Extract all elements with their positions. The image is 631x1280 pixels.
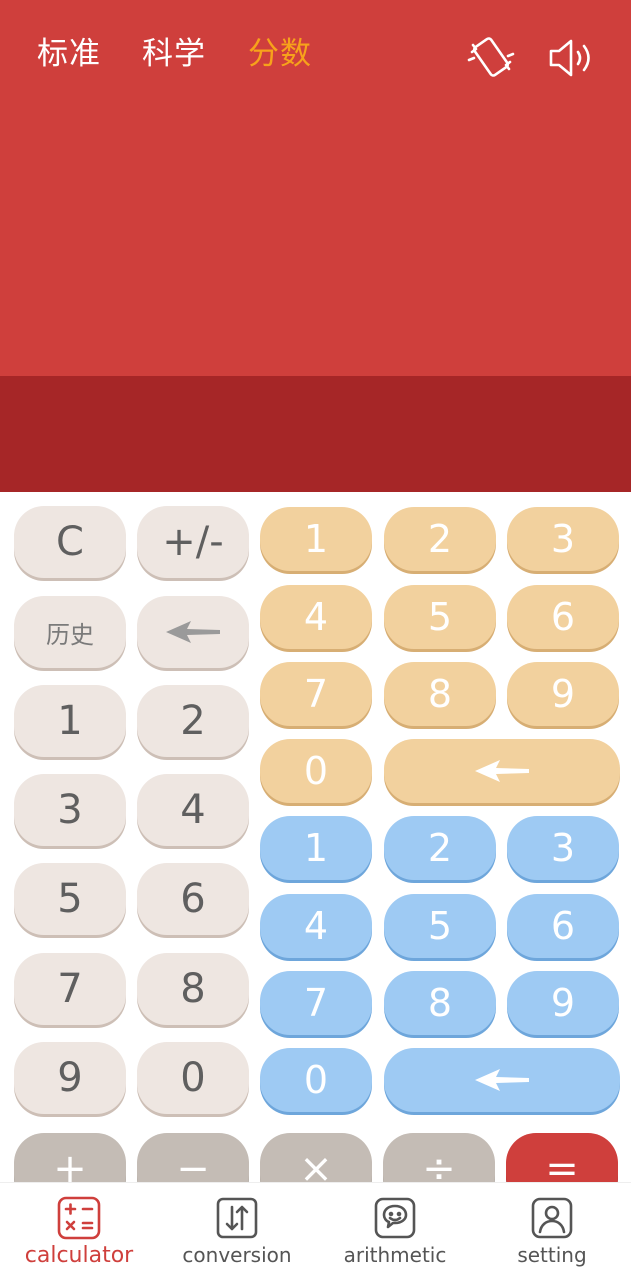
denominator-2-button[interactable]: 2 (384, 816, 496, 880)
equals-button[interactable]: = (506, 1133, 618, 1182)
denominator-5-button[interactable]: 5 (384, 894, 496, 958)
digit-7-button[interactable]: 7 (14, 953, 126, 1025)
calculator-icon (56, 1195, 102, 1241)
numerator-9-button[interactable]: 9 (507, 662, 619, 726)
denominator-0-button[interactable]: 0 (260, 1048, 372, 1112)
clear-button[interactable]: C (14, 506, 126, 578)
digit-4-button[interactable]: 4 (137, 774, 249, 846)
digit-6-button[interactable]: 6 (137, 863, 249, 935)
divide-button[interactable]: ÷ (383, 1133, 495, 1182)
numerator-7-button[interactable]: 7 (260, 662, 372, 726)
tab-fraction[interactable]: 分数 (248, 34, 312, 74)
digit-9-button[interactable]: 9 (14, 1042, 126, 1114)
denominator-7-button[interactable]: 7 (260, 971, 372, 1035)
backspace-arrow-icon (475, 1069, 529, 1091)
nav-setting-label: setting (517, 1243, 587, 1267)
digit-5-button[interactable]: 5 (14, 863, 126, 935)
numerator-3-button[interactable]: 3 (507, 507, 619, 571)
digit-2-button[interactable]: 2 (137, 685, 249, 757)
numerator-0-button[interactable]: 0 (260, 739, 372, 803)
denominator-backspace-button[interactable] (384, 1048, 620, 1112)
display-area: 标准 科学 分数 (0, 0, 631, 376)
numerator-4-button[interactable]: 4 (260, 585, 372, 649)
person-icon (529, 1195, 575, 1241)
digit-8-button[interactable]: 8 (137, 953, 249, 1025)
history-button[interactable]: 历史 (14, 596, 126, 668)
keypad: C +/- 历史 1 2 3 4 5 6 7 8 9 0 1 2 3 4 5 6… (0, 492, 631, 1182)
denominator-1-button[interactable]: 1 (260, 816, 372, 880)
backspace-button[interactable] (137, 596, 249, 668)
digit-3-button[interactable]: 3 (14, 774, 126, 846)
backspace-arrow-icon (475, 760, 529, 782)
denominator-3-button[interactable]: 3 (507, 816, 619, 880)
numerator-2-button[interactable]: 2 (384, 507, 496, 571)
nav-conversion-label: conversion (182, 1243, 292, 1267)
sign-toggle-button[interactable]: +/- (137, 506, 249, 578)
bottom-nav: calculator conversion arithmetic setting (0, 1182, 631, 1280)
plus-button[interactable]: + (14, 1133, 126, 1182)
multiply-button[interactable]: × (260, 1133, 372, 1182)
tab-scientific[interactable]: 科学 (142, 34, 206, 74)
vibrate-icon[interactable] (463, 30, 519, 86)
nav-setting[interactable]: setting (473, 1183, 631, 1280)
tab-standard[interactable]: 标准 (37, 34, 101, 74)
nav-arithmetic[interactable]: arithmetic (316, 1183, 474, 1280)
nav-arithmetic-label: arithmetic (343, 1243, 447, 1267)
digit-0-button[interactable]: 0 (137, 1042, 249, 1114)
result-area (0, 376, 631, 492)
minus-button[interactable]: − (137, 1133, 249, 1182)
chat-smile-icon (372, 1195, 418, 1241)
denominator-9-button[interactable]: 9 (507, 971, 619, 1035)
numerator-backspace-button[interactable] (384, 739, 620, 803)
speaker-icon[interactable] (543, 30, 599, 86)
nav-calculator-label: calculator (24, 1243, 134, 1268)
backspace-arrow-icon (166, 621, 220, 643)
denominator-8-button[interactable]: 8 (384, 971, 496, 1035)
numerator-6-button[interactable]: 6 (507, 585, 619, 649)
denominator-4-button[interactable]: 4 (260, 894, 372, 958)
conversion-icon (214, 1195, 260, 1241)
nav-conversion[interactable]: conversion (158, 1183, 316, 1280)
numerator-8-button[interactable]: 8 (384, 662, 496, 726)
numerator-5-button[interactable]: 5 (384, 585, 496, 649)
denominator-6-button[interactable]: 6 (507, 894, 619, 958)
nav-calculator[interactable]: calculator (0, 1183, 158, 1280)
digit-1-button[interactable]: 1 (14, 685, 126, 757)
numerator-1-button[interactable]: 1 (260, 507, 372, 571)
